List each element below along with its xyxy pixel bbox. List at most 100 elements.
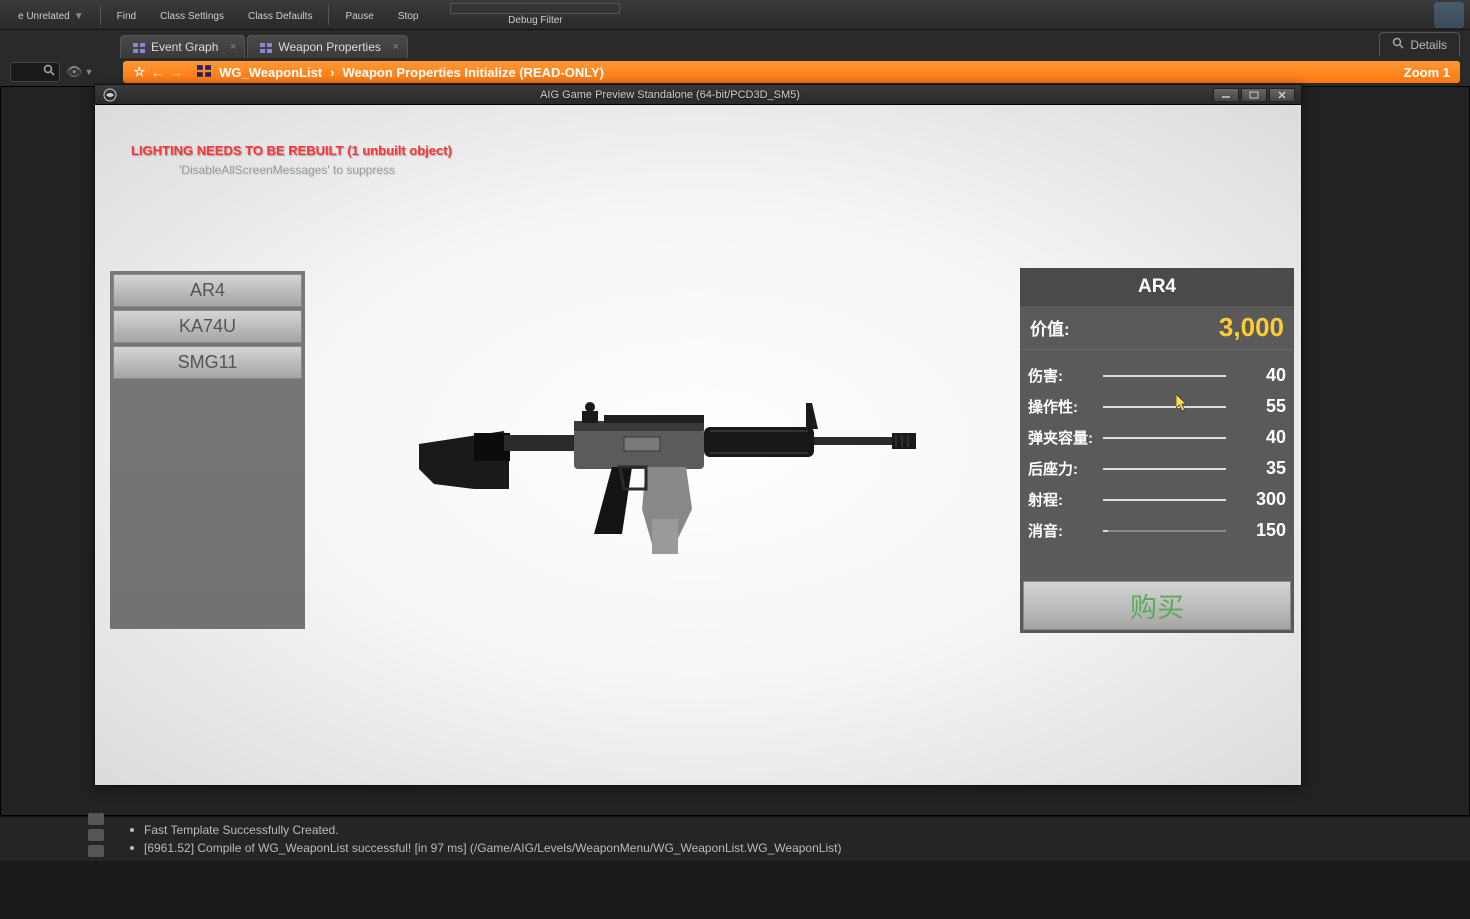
toolbar-find[interactable]: Find [105, 7, 148, 22]
stat-row: 弹夹容量:40 [1028, 422, 1286, 453]
tab-label: Weapon Properties [278, 40, 381, 54]
close-icon[interactable]: × [392, 41, 398, 53]
lighting-warning: LIGHTING NEEDS TO BE REBUILT (1 unbuilt … [131, 143, 452, 158]
game-window-title: AIG Game Preview Standalone (64-bit/PCD3… [127, 89, 1213, 101]
divider [328, 5, 329, 25]
back-arrow-icon[interactable]: ← [151, 65, 164, 80]
log-line: Fast Template Successfully Created. [130, 821, 1340, 839]
weapon-button-label: SMG11 [178, 352, 238, 373]
weapon-button-label: AR4 [190, 280, 225, 301]
stat-bar [1103, 499, 1226, 501]
stat-row: 伤害: 40 [1028, 360, 1286, 391]
bullet-icon [130, 828, 134, 832]
close-icon[interactable]: × [230, 41, 236, 53]
log-text: Fast Template Successfully Created. [144, 823, 339, 837]
stat-value: 150 [1226, 520, 1286, 541]
blueprint-icon [260, 42, 272, 52]
stat-row: 消音:150 [1028, 515, 1286, 546]
price-value: 3,000 [1219, 312, 1284, 343]
stat-value: 35 [1226, 458, 1286, 479]
stat-label: 弹夹容量: [1028, 427, 1103, 448]
toolbar-class-defaults[interactable]: Class Defaults [236, 7, 324, 22]
stat-row: 射程: 300 [1028, 484, 1286, 515]
stat-value: 55 [1226, 396, 1286, 417]
editor-app-icon[interactable] [1434, 2, 1464, 28]
chevron-right-icon: › [330, 65, 334, 80]
game-preview-window: AIG Game Preview Standalone (64-bit/PCD3… [94, 84, 1302, 786]
stat-value: 40 [1226, 365, 1286, 386]
forward-arrow-icon[interactable]: → [170, 65, 183, 80]
weapon-button-label: KA74U [179, 316, 236, 337]
search-icon [1392, 37, 1404, 52]
stat-value: 300 [1226, 489, 1286, 510]
stat-bar [1103, 468, 1226, 470]
debug-filter-box[interactable] [450, 3, 620, 14]
eye-icon[interactable]: 👁 [66, 64, 83, 80]
star-icon: ☆ [133, 64, 145, 80]
divider [100, 5, 101, 25]
tab-label: Event Graph [151, 40, 218, 54]
stat-bar [1103, 375, 1226, 377]
tab-label: Details [1410, 38, 1447, 52]
toolbar-label: Class Defaults [248, 11, 312, 22]
tab-details[interactable]: Details [1379, 32, 1460, 56]
toolbar-label: Find [117, 11, 136, 22]
editor-tab-bar: Event Graph × Weapon Properties × Detail… [0, 30, 1470, 58]
stat-label: 射程: [1028, 489, 1103, 510]
mail-icon[interactable] [88, 813, 104, 825]
close-button[interactable] [1269, 88, 1295, 102]
graph-header: 👁 ▼ ☆ ← → WG_WeaponList › Weapon Propert… [0, 58, 1470, 86]
dropdown-arrow-icon: ▼ [74, 11, 84, 22]
graph-breadcrumb[interactable]: ☆ ← → WG_WeaponList › Weapon Properties … [123, 61, 1460, 83]
side-icon-strip [88, 813, 104, 857]
weapon-preview-image [414, 359, 934, 559]
editor-toolbar: e Unrelated ▼ Find Class Settings Class D… [0, 0, 1470, 30]
blueprint-icon [133, 42, 145, 52]
stat-label: 操作性: [1028, 396, 1103, 417]
graph-search[interactable] [10, 62, 60, 82]
weapon-stat-panel: AR4 价值: 3,000 伤害: 40 操作性: 55 弹夹容量:40 后座力: 35 射程… [1020, 268, 1294, 633]
stat-label: 伤害: [1028, 365, 1103, 386]
weapon-button-smg11[interactable]: SMG11 [113, 346, 302, 379]
weapon-list: AR4 KA74U SMG11 [110, 271, 305, 629]
minimize-button[interactable] [1213, 88, 1239, 102]
buy-button[interactable]: 购买 [1023, 581, 1291, 630]
toolbar-label: e Unrelated [18, 11, 70, 22]
toolbar-label: Pause [345, 11, 373, 22]
weapon-button-ka74u[interactable]: KA74U [113, 310, 302, 343]
maximize-button[interactable] [1241, 88, 1267, 102]
log-text: [6961.52] Compile of WG_WeaponList succe… [144, 841, 841, 855]
tab-event-graph[interactable]: Event Graph × [120, 35, 245, 58]
game-viewport[interactable]: LIGHTING NEEDS TO BE REBUILT (1 unbuilt … [95, 105, 1301, 785]
tab-weapon-properties[interactable]: Weapon Properties × [247, 35, 408, 58]
price-row: 价值: 3,000 [1020, 306, 1294, 350]
stat-label: 后座力: [1028, 458, 1103, 479]
game-titlebar[interactable]: AIG Game Preview Standalone (64-bit/PCD3… [95, 85, 1301, 105]
toolbar-stop[interactable]: Stop [386, 7, 431, 22]
log-line: [6961.52] Compile of WG_WeaponList succe… [130, 839, 1340, 857]
compiler-log[interactable]: Fast Template Successfully Created. [696… [0, 816, 1470, 861]
stat-panel-header: AR4 [1020, 268, 1294, 306]
stat-bar [1103, 530, 1226, 532]
breadcrumb-seg[interactable]: WG_WeaponList [219, 65, 322, 80]
weapon-button-ar4[interactable]: AR4 [113, 274, 302, 307]
breadcrumb-seg[interactable]: Weapon Properties Initialize (READ-ONLY) [342, 65, 604, 80]
toolbar-class-settings[interactable]: Class Settings [148, 7, 236, 22]
mail-icon[interactable] [88, 845, 104, 857]
toolbar-hide-unrelated[interactable]: e Unrelated ▼ [6, 7, 96, 22]
search-icon [43, 63, 55, 81]
stat-rows: 伤害: 40 操作性: 55 弹夹容量:40 后座力: 35 射程: 300 消音:150 [1020, 350, 1294, 578]
toolbar-pause[interactable]: Pause [333, 7, 385, 22]
mail-icon[interactable] [88, 829, 104, 841]
toolbar-label: Class Settings [160, 11, 224, 22]
unreal-logo-icon [101, 88, 119, 102]
stat-bar [1103, 437, 1226, 439]
debug-filter-label: Debug Filter [508, 15, 562, 26]
debug-filter[interactable]: Debug Filter [450, 3, 620, 26]
buy-button-label: 购买 [1130, 586, 1184, 625]
dropdown-arrow-icon[interactable]: ▼ [85, 67, 94, 77]
blueprint-icon [197, 65, 211, 80]
selected-weapon-name: AR4 [1138, 276, 1176, 298]
toolbar-label: Stop [398, 11, 419, 22]
stat-row: 后座力: 35 [1028, 453, 1286, 484]
